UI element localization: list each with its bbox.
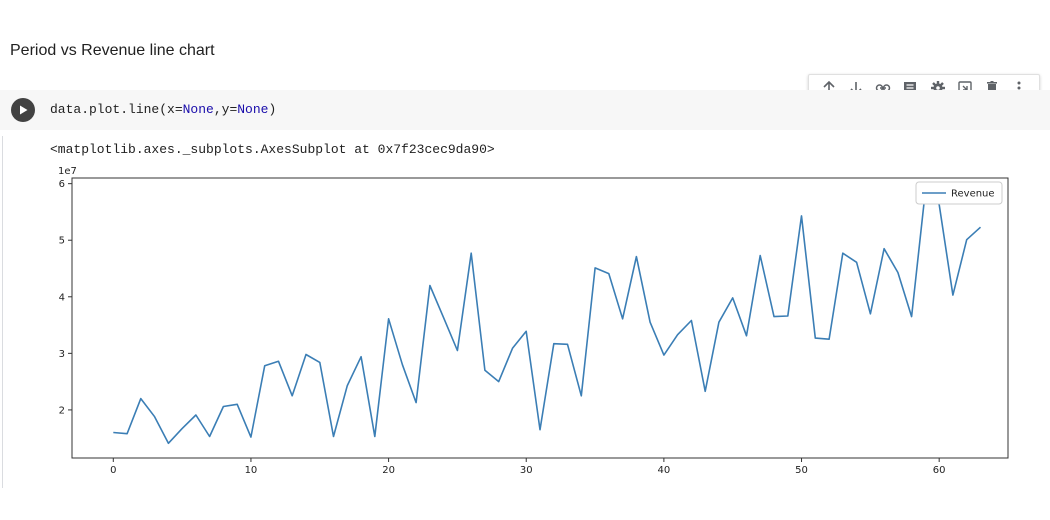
y-tick-label: 4 (59, 292, 65, 303)
y-tick-label: 2 (59, 405, 65, 416)
output-text: <matplotlib.axes._subplots.AxesSubplot a… (50, 142, 495, 157)
y-tick-label: 5 (59, 236, 65, 247)
y-tick-label: 3 (59, 349, 65, 360)
x-tick-label: 50 (795, 465, 808, 476)
code-keyword-x: None (182, 102, 214, 117)
code-text[interactable]: data.plot.line(x=None,y=None) (50, 102, 276, 117)
section-heading: Period vs Revenue line chart (10, 42, 215, 59)
x-tick-label: 10 (245, 465, 258, 476)
x-tick-label: 0 (110, 465, 116, 476)
revenue-line-chart: 1e7234560 10 20 30 40 50 60Revenue (58, 166, 1009, 476)
play-icon (20, 105, 28, 115)
x-tick-label: 30 (520, 465, 533, 476)
legend-label: Revenue (951, 189, 995, 200)
output-left-border (2, 136, 3, 488)
code-cell[interactable]: data.plot.line(x=None,y=None) (0, 90, 1050, 130)
x-tick-label: 40 (658, 465, 671, 476)
y-offset-label: 1e7 (58, 166, 77, 177)
plot-frame (71, 177, 1009, 459)
x-tick-label: 60 (933, 465, 946, 476)
code-prefix: data.plot.line(x= (50, 102, 183, 117)
code-keyword-y: None (237, 102, 269, 117)
y-tick-label: 6 (59, 179, 65, 190)
code-suffix: ) (268, 102, 277, 117)
run-cell-button[interactable] (11, 98, 35, 122)
x-tick-label: 20 (382, 465, 395, 476)
code-mid: ,y= (213, 102, 238, 117)
